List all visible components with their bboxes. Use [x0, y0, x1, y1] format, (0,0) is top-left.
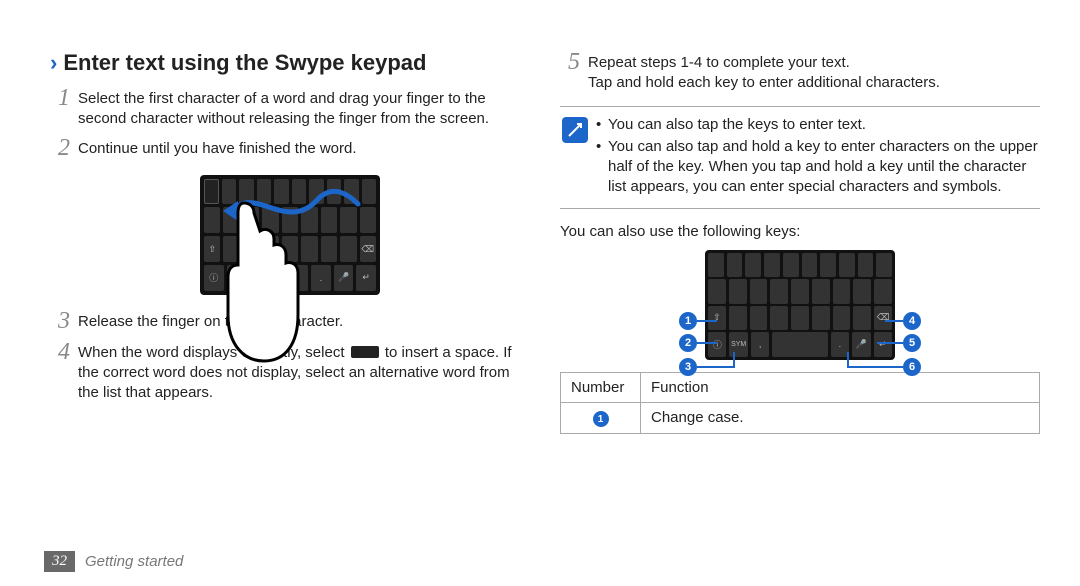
step-number: 3	[50, 309, 78, 334]
step-number: 1	[50, 86, 78, 130]
step-text: Repeat steps 1-4 to complete your text. …	[588, 50, 940, 94]
step-number: 5	[560, 50, 588, 94]
keypad-callout-figure: ⇧⌫ ⓘSYM,.🎤↵ 1 2 3 4 5 6	[675, 250, 925, 360]
step-5: 5 Repeat steps 1-4 to complete your text…	[560, 50, 1040, 94]
step-number: 2	[50, 136, 78, 161]
table-header-function: Function	[641, 372, 1040, 402]
left-column: › Enter text using the Swype keypad 1 Se…	[50, 50, 530, 566]
table-header-number: Number	[561, 372, 641, 402]
table-row: 1 Change case.	[561, 402, 1040, 434]
step-1: 1 Select the first character of a word a…	[50, 86, 530, 130]
step-text: When the word displays correctly, select…	[78, 340, 530, 404]
callout-4: 4	[903, 312, 921, 330]
callout-6: 6	[903, 358, 921, 376]
section-heading: › Enter text using the Swype keypad	[50, 50, 530, 76]
step-text: Continue until you have finished the wor…	[78, 136, 357, 161]
step-text: Release the finger on the last character…	[78, 309, 343, 334]
note-item: You can also tap the keys to enter text.	[596, 115, 1038, 135]
note-box: You can also tap the keys to enter text.…	[560, 106, 1040, 209]
step-2: 2 Continue until you have finished the w…	[50, 136, 530, 161]
step-text: Select the first character of a word and…	[78, 86, 530, 130]
step-4: 4 When the word displays correctly, sele…	[50, 340, 530, 404]
note-list: You can also tap the keys to enter text.…	[596, 115, 1038, 200]
step4-part-a: When the word displays correctly, select	[78, 344, 345, 361]
table-cell-function: Change case.	[641, 402, 1040, 434]
spacebar-key-icon	[351, 346, 379, 358]
page-footer: 32 Getting started	[44, 551, 183, 572]
page-number: 32	[44, 551, 75, 572]
note-item: You can also tap and hold a key to enter…	[596, 137, 1038, 198]
function-table: Number Function 1 Change case.	[560, 372, 1040, 435]
step5-line-b: Tap and hold each key to enter additiona…	[588, 73, 940, 93]
step-3: 3 Release the finger on the last charact…	[50, 309, 530, 334]
table-cell-number: 1	[561, 402, 641, 434]
keypad-illustration: ⇧⌫ ⓘSYM,.🎤↵	[705, 250, 895, 360]
callout-2: 2	[679, 334, 697, 352]
right-column: 5 Repeat steps 1-4 to complete your text…	[560, 50, 1040, 566]
callout-5: 5	[903, 334, 921, 352]
step5-line-a: Repeat steps 1-4 to complete your text.	[588, 53, 940, 73]
callout-3: 3	[679, 358, 697, 376]
subline-text: You can also use the following keys:	[560, 223, 1040, 240]
note-icon	[562, 117, 588, 143]
chevron-icon: ›	[50, 50, 57, 76]
table-header-row: Number Function	[561, 372, 1040, 402]
swype-keypad-figure: ⇧⌫ ⓘ,.🎤↵	[200, 175, 380, 295]
callout-1: 1	[679, 312, 697, 330]
keypad-illustration: ⇧⌫ ⓘ,.🎤↵	[200, 175, 380, 295]
section-label: Getting started	[85, 553, 183, 570]
step-number: 4	[50, 340, 78, 404]
heading-text: Enter text using the Swype keypad	[63, 50, 426, 76]
